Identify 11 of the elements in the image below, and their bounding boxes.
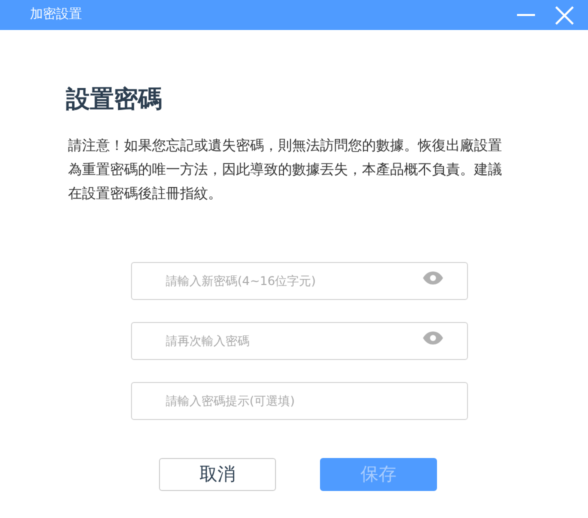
dialog-heading: 設置密碼: [66, 84, 163, 115]
notice-text: 請注意！如果您忘記或遺失密碼，則無法訪問您的數據。恢復出廠設置為重置密碼的唯一方法，因此導致的數據丟失，本產品概不負責。建議在設置密碼後註冊指紋。: [68, 137, 503, 204]
input-field[interactable]: 請輸入新密碼(4~16位字元): [130, 262, 468, 300]
input-field[interactable]: 請輸入密碼提示(可選填): [130, 382, 468, 420]
eye-icon[interactable]: [422, 331, 444, 345]
close-icon: [554, 6, 574, 24]
eye-icon[interactable]: [422, 271, 444, 285]
cancel-button[interactable]: 取消: [159, 458, 276, 491]
window-title: 加密設置: [30, 6, 83, 24]
minimize-icon: [517, 14, 535, 16]
input-field[interactable]: 請再次輸入密碼: [130, 322, 468, 360]
